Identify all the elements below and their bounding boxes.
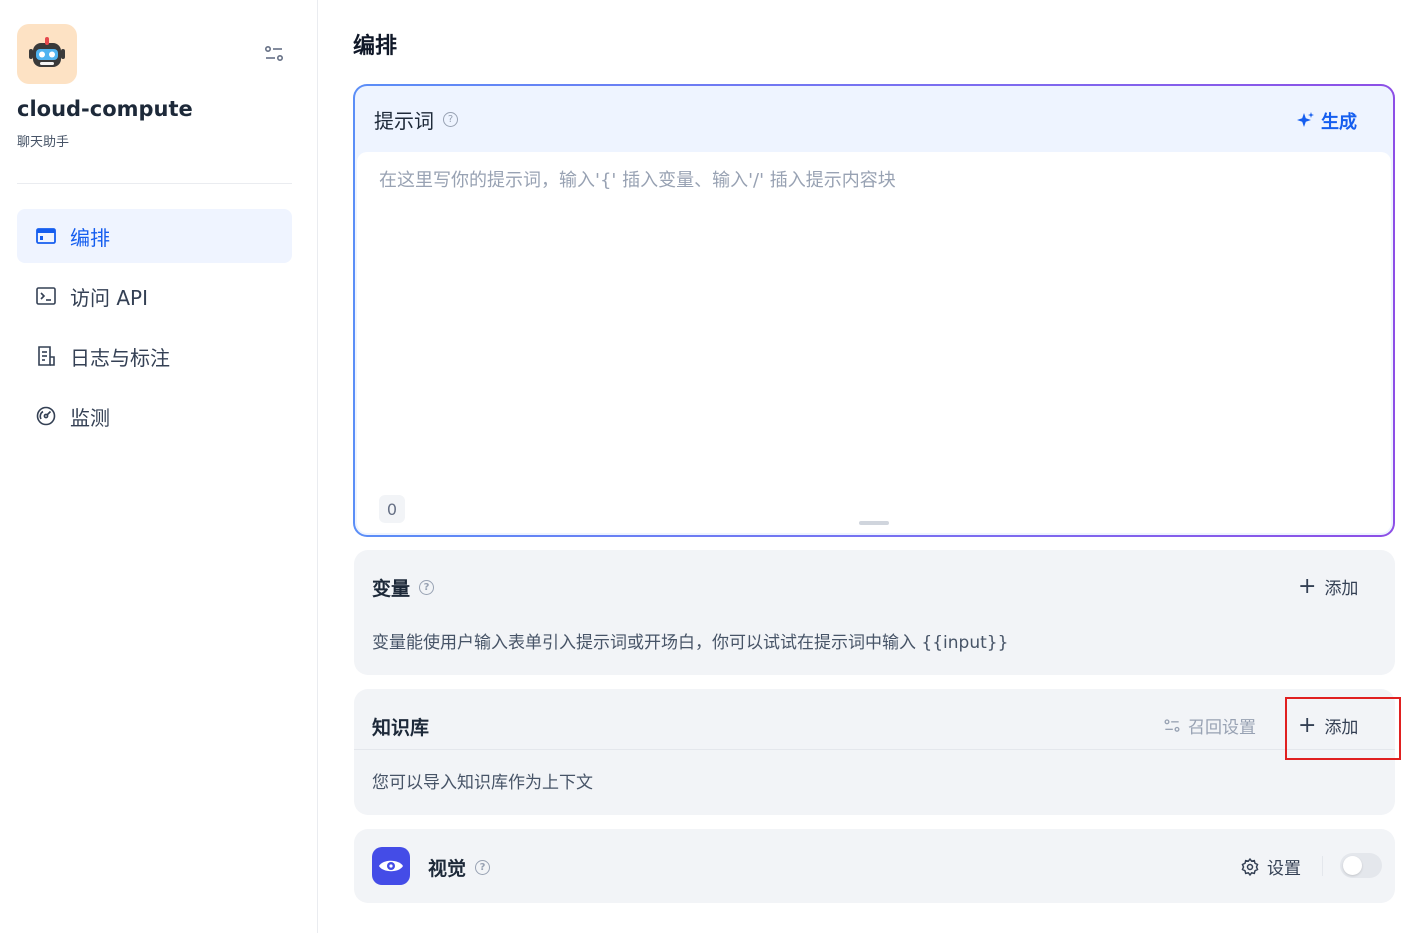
generate-button[interactable]: 生成: [1295, 108, 1357, 134]
recall-label: 召回设置: [1188, 718, 1256, 738]
prompt-card: 提示词 ? 生成 0: [353, 84, 1395, 537]
divider: [1322, 856, 1323, 876]
knowledge-description: 您可以导入知识库作为上下文: [372, 773, 593, 793]
settings-label: 设置: [1267, 859, 1301, 879]
add-variable-button[interactable]: + 添加: [1298, 574, 1358, 599]
resize-handle[interactable]: [859, 521, 889, 525]
sidebar-item-label: 监测: [70, 405, 110, 430]
eye-icon: [372, 847, 410, 885]
help-icon[interactable]: ?: [419, 580, 435, 595]
prompt-header: 提示词 ?: [355, 86, 1393, 152]
variables-card: 变量 ? + 添加 变量能使用户输入表单引入提示词或开场白，你可以试试在提示词中…: [354, 550, 1395, 675]
gear-icon: [1241, 857, 1259, 876]
help-icon[interactable]: ?: [443, 111, 458, 127]
highlight-box: [1285, 697, 1401, 760]
sparkle-icon: [1297, 112, 1314, 127]
sidebar: cloud-compute 聊天助手 编排 访问 API 日志与标注 监测: [0, 0, 318, 933]
app-name: cloud-compute: [17, 97, 193, 121]
generate-label: 生成: [1321, 112, 1357, 133]
layout-icon: [36, 228, 56, 244]
variables-description: 变量能使用户输入表单引入提示词或开场白，你可以试试在提示词中输入 {{input…: [372, 633, 1009, 653]
sidebar-item-logs[interactable]: 日志与标注: [17, 329, 292, 383]
terminal-icon: [36, 287, 56, 305]
knowledge-card: 知识库 召回设置 + 添加 您可以导入知识库作为上下文: [354, 689, 1395, 815]
page-title: 编排: [353, 34, 398, 59]
add-label: 添加: [1324, 579, 1359, 599]
robot-icon: [29, 37, 65, 67]
sidebar-item-api[interactable]: 访问 API: [17, 269, 292, 323]
app-avatar: [17, 24, 77, 84]
sidebar-item-label: 访问 API: [70, 285, 148, 310]
char-count: 0: [379, 495, 405, 523]
sidebar-divider: [17, 183, 292, 184]
sidebar-item-orchestrate[interactable]: 编排: [17, 209, 292, 263]
prompt-title: 提示词: [374, 108, 434, 133]
recall-settings-button[interactable]: 召回设置: [1162, 713, 1256, 738]
vision-settings-button[interactable]: 设置: [1240, 854, 1301, 879]
vision-title: 视觉 ?: [428, 854, 491, 881]
sidebar-item-monitor[interactable]: 监测: [17, 389, 292, 443]
sliders-icon: [1164, 718, 1180, 732]
vision-toggle[interactable]: [1340, 853, 1382, 878]
vision-card: 视觉 ? 设置: [354, 829, 1395, 903]
sidebar-nav: 编排 访问 API 日志与标注 监测: [17, 209, 292, 449]
gauge-icon: [36, 406, 56, 426]
prompt-input[interactable]: [379, 166, 1359, 476]
app-type: 聊天助手: [17, 135, 70, 150]
document-icon: [38, 346, 55, 366]
variables-title-text: 变量: [372, 578, 411, 600]
knowledge-title: 知识库: [372, 717, 430, 739]
sidebar-item-label: 日志与标注: [70, 345, 170, 370]
variables-title: 变量 ?: [372, 574, 435, 601]
prompt-editor: 0: [357, 152, 1391, 533]
help-icon[interactable]: ?: [475, 860, 491, 875]
knowledge-divider: [354, 749, 1395, 750]
plus-icon: +: [1298, 573, 1317, 599]
sidebar-item-label: 编排: [70, 225, 110, 250]
vision-title-text: 视觉: [428, 858, 467, 880]
toggle-knob: [1343, 856, 1362, 875]
sidebar-collapse-icon[interactable]: [262, 42, 286, 66]
